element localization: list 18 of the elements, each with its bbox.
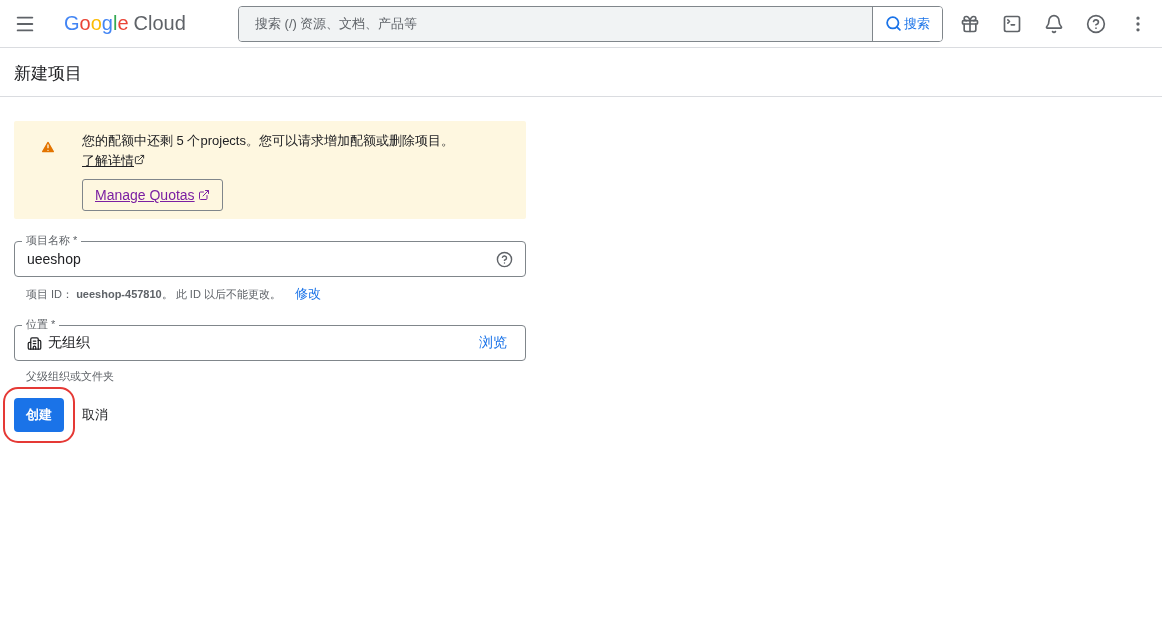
building-icon [27,335,42,351]
warning-icon [40,139,56,155]
notice-text: 您的配额中还剩 5 个projects。您可以请求增加配额或删除项目。 了解详情 [82,132,455,170]
logo[interactable]: Google Cloud [64,12,214,35]
edit-link[interactable]: 修改 [294,285,321,303]
create-button[interactable]: 创建 [14,398,64,432]
cancel-button[interactable]: 取消 [70,398,120,432]
field-label: 位置 * [22,317,60,332]
external-link-icon [134,154,145,165]
manage-quotas-button[interactable]: Manage Quotas [82,179,223,211]
browse-button[interactable]: 浏览 [473,333,513,353]
page-title: 新建项目 [0,48,1162,97]
field-hint: 父级组织或文件夹 [26,369,114,384]
field-label: 项目名称 * [22,233,82,248]
external-link-icon [197,189,210,201]
learn-more-link[interactable]: 了解详情 [82,153,145,168]
field-hint: 项目 ID： ueeshop-457810。 此 ID 以后不能更改。 [26,286,281,302]
help-icon[interactable] [496,250,513,268]
